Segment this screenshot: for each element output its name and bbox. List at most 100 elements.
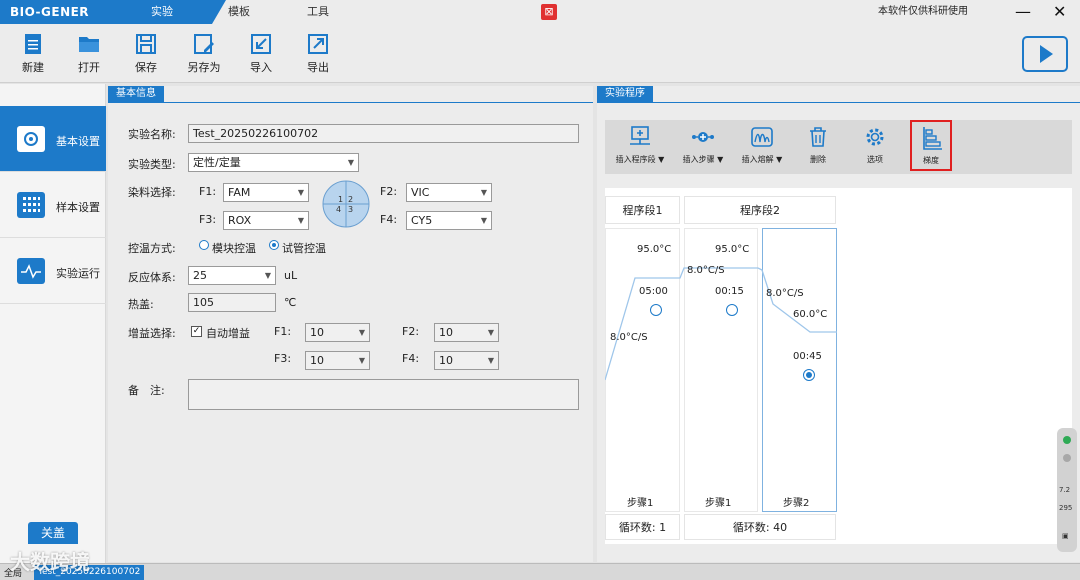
save-as-label: 另存为 <box>187 61 221 74</box>
dye-f4-select[interactable]: CY5 ▼ <box>406 211 492 230</box>
step-rate[interactable]: 8.0°C/S <box>766 288 804 299</box>
dye-label: 染料选择: <box>128 186 176 199</box>
save-button[interactable]: 保存 <box>123 32 169 75</box>
quadrant-diagram: 1 2 4 3 <box>322 180 370 228</box>
volume-select[interactable]: 25 ▼ <box>188 266 276 285</box>
block-control-radio[interactable] <box>199 240 209 250</box>
new-button[interactable]: 新建 <box>10 32 56 75</box>
header-divider <box>108 102 593 103</box>
options-button[interactable]: 选项 <box>862 124 888 165</box>
dye-f2-select[interactable]: VIC ▼ <box>406 183 492 202</box>
export-button[interactable]: 导出 <box>295 32 341 75</box>
tab-template[interactable]: 模板 <box>228 0 250 24</box>
f4-label: F4: <box>380 213 398 226</box>
experiment-name-field[interactable]: Test_20250226100702 <box>188 124 579 143</box>
export-icon <box>308 34 328 54</box>
chevron-down-icon: ▼ <box>358 328 365 337</box>
close-button[interactable]: ✕ <box>1053 0 1066 24</box>
dye-f1-value: FAM <box>228 186 251 199</box>
minimize-button[interactable]: — <box>1015 0 1031 24</box>
close-lid-button[interactable]: 关盖 <box>28 522 78 544</box>
gain-f1-value: 10 <box>310 326 324 339</box>
save-as-icon <box>194 34 214 54</box>
run-button[interactable] <box>1022 36 1068 72</box>
insert-stage-button[interactable]: 插入程序段 ▼ <box>609 124 671 165</box>
tab-experiment[interactable]: 实验 <box>112 0 226 24</box>
program-toolbar: 插入程序段 ▼ 插入步骤 ▼ 插入熔解 ▼ 删除 选项 梯度 <box>605 120 1072 174</box>
stage-1-header[interactable]: 程序段1 <box>605 196 680 224</box>
insert-melt-button[interactable]: 插入熔解 ▼ <box>736 124 788 165</box>
stage-2-cycles[interactable]: 循环数: 40 <box>684 514 836 540</box>
step-temperature[interactable]: 95.0°C <box>715 244 749 255</box>
temp-control-label: 控温方式: <box>128 242 176 255</box>
sidebar-item-run[interactable]: 实验运行 <box>0 238 106 304</box>
close-device-icon[interactable]: ⊠ <box>541 4 557 20</box>
options-gear-icon <box>866 128 884 146</box>
step-time[interactable]: 05:00 <box>639 286 668 297</box>
grid-icon <box>17 192 45 218</box>
auto-gain-checkbox[interactable]: ✓ <box>191 326 202 337</box>
step-collect-radio[interactable] <box>650 304 662 316</box>
insert-step-button[interactable]: 插入步骤 ▼ <box>677 124 729 165</box>
quadrant-1: 1 <box>338 195 343 204</box>
chevron-down-icon: ▼ <box>487 356 494 365</box>
insert-melt-label: 插入熔解 ▼ <box>741 155 783 164</box>
chevron-down-icon: ▼ <box>264 271 271 280</box>
experiment-type-select[interactable]: 定性/定量 ▼ <box>188 153 359 172</box>
tube-control-radio[interactable] <box>269 240 279 250</box>
gradient-button[interactable]: 梯度 <box>910 120 952 171</box>
tab-tools[interactable]: 工具 <box>307 0 329 24</box>
delete-button[interactable]: 删除 <box>805 124 831 165</box>
gain-f4-select[interactable]: 10 ▼ <box>434 351 499 370</box>
dye-f3-value: ROX <box>228 214 252 227</box>
gain-f2-label: F2: <box>402 325 420 338</box>
new-label: 新建 <box>22 61 44 74</box>
sidebar-item-basic-settings[interactable]: 基本设置 <box>0 106 106 172</box>
open-button[interactable]: 打开 <box>66 32 112 75</box>
step-temperature[interactable]: 60.0°C <box>793 309 827 320</box>
type-label: 实验类型: <box>128 158 176 171</box>
gain-f1-select[interactable]: 10 ▼ <box>305 323 370 342</box>
lid-label: 热盖: <box>128 298 154 311</box>
save-label: 保存 <box>135 61 157 74</box>
step-time[interactable]: 00:45 <box>793 351 822 362</box>
gain-f3-select[interactable]: 10 ▼ <box>305 351 370 370</box>
new-file-icon <box>25 34 41 54</box>
f3-label: F3: <box>199 213 217 226</box>
system-monitor-widget[interactable]: 7.2 295 ▣ <box>1057 428 1077 552</box>
step-temperature[interactable]: 95.0°C <box>637 244 671 255</box>
insert-melt-icon <box>751 127 773 147</box>
status-dot-icon <box>1063 436 1071 444</box>
step-rate[interactable]: 8.0°C/S <box>687 265 725 276</box>
gain-f2-select[interactable]: 10 ▼ <box>434 323 499 342</box>
monitor-value-1: 7.2 <box>1059 486 1071 494</box>
status-bar: 全局 Test_20250226100702 <box>0 563 1080 580</box>
lid-temperature-field[interactable]: 105 <box>188 293 276 312</box>
stage-2-header[interactable]: 程序段2 <box>684 196 836 224</box>
dye-f4-value: CY5 <box>411 214 433 227</box>
gradient-icon <box>923 127 942 150</box>
chevron-down-icon: ▼ <box>297 188 304 197</box>
gain-f4-label: F4: <box>402 352 420 365</box>
notes-textarea[interactable] <box>188 379 579 410</box>
export-label: 导出 <box>307 61 329 74</box>
step-label: 步骤1 <box>705 498 732 509</box>
chevron-down-icon: ▼ <box>480 188 487 197</box>
step-collect-radio[interactable] <box>803 369 815 381</box>
dye-f1-select[interactable]: FAM ▼ <box>223 183 309 202</box>
step-collect-radio[interactable] <box>726 304 738 316</box>
pulse-icon <box>17 258 45 284</box>
research-notice: 本软件仅供科研使用 <box>878 6 968 17</box>
quadrant-3: 3 <box>348 205 353 214</box>
sidebar-item-sample-settings[interactable]: 样本设置 <box>0 172 106 238</box>
dye-f3-select[interactable]: ROX ▼ <box>223 211 309 230</box>
insert-step-label: 插入步骤 ▼ <box>682 155 724 164</box>
save-as-button[interactable]: 另存为 <box>181 32 227 75</box>
import-button[interactable]: 导入 <box>238 32 284 75</box>
step-time[interactable]: 00:15 <box>715 286 744 297</box>
step-rate[interactable]: 8.0°C/S <box>610 332 648 343</box>
notes-label: 备 注: <box>128 384 165 397</box>
block-control-label: 模块控温 <box>212 242 256 255</box>
gain-f1-label: F1: <box>274 325 292 338</box>
stage-1-cycles[interactable]: 循环数: 1 <box>605 514 680 540</box>
